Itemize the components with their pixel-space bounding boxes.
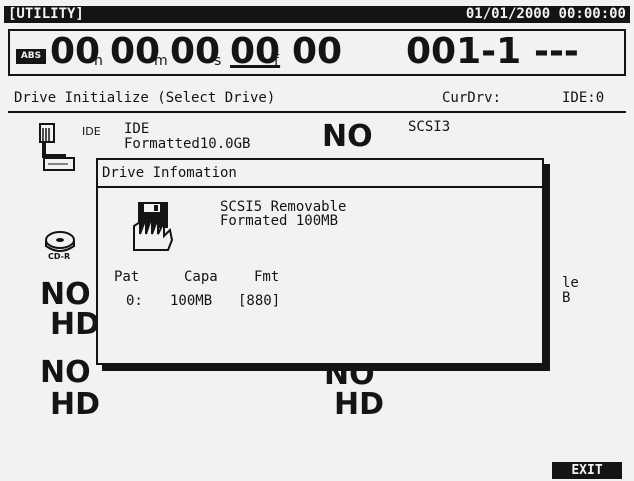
seconds-value: 00 xyxy=(170,31,221,72)
drive-info-dialog: Drive Infomation SCSI5 Removable Formate… xyxy=(96,158,544,365)
current-drive-value: IDE:0 xyxy=(562,90,605,106)
minutes-value: 00 xyxy=(110,31,161,72)
scene-value: 001-1 xyxy=(406,31,522,72)
bottom-right-hd-label: HD xyxy=(334,387,385,422)
frames-unit: f xyxy=(274,53,279,69)
hours-value: 00 xyxy=(50,31,101,72)
col-header-pat: Pat xyxy=(114,269,140,285)
abs-badge: ABS xyxy=(16,49,46,64)
time-counter: ABS 00 h 00 m 00 s 00 f 00 001-1 --- xyxy=(8,29,626,76)
bottom-left-no-label: NO xyxy=(40,355,91,390)
col-header-capa: Capa xyxy=(184,269,218,285)
bottom-left-hd-label: HD xyxy=(50,387,101,422)
row-pat: 0: xyxy=(126,293,143,309)
drive-no-label: NO xyxy=(322,119,373,154)
dialog-drive-status: Formated 100MB xyxy=(220,213,339,229)
frames-value[interactable]: 00 xyxy=(230,32,280,72)
left-mid-hd-label: HD xyxy=(50,307,101,342)
col-header-fmt: Fmt xyxy=(254,269,280,285)
mode-label: [UTILITY] xyxy=(8,6,84,22)
seconds-unit: s xyxy=(214,53,222,69)
removable-drive-icon xyxy=(130,200,176,252)
marker-value: --- xyxy=(534,31,579,72)
cdr-icon-label: CD-R xyxy=(48,252,71,261)
ide-drive-status: Formatted10.0GB xyxy=(124,136,251,152)
datetime-display: 01/01/2000 00:00:00 xyxy=(465,6,626,22)
left-mid-no-label: NO xyxy=(40,277,91,312)
header-divider xyxy=(8,111,626,113)
ide-drive-name: IDE xyxy=(124,121,150,137)
page-header: Drive Initialize (Select Drive) CurDrv: … xyxy=(14,86,620,110)
status-bar: [UTILITY] 01/01/2000 00:00:00 xyxy=(4,6,630,23)
dialog-title: Drive Infomation xyxy=(102,165,237,181)
ide-icon-label: IDE xyxy=(82,125,101,138)
row-capa: 100MB xyxy=(170,293,213,309)
minutes-unit: m xyxy=(154,53,168,69)
exit-button[interactable]: EXIT xyxy=(552,462,622,479)
scsi3-drive-name[interactable]: SCSI3 xyxy=(408,120,450,135)
ide-drive-icon[interactable] xyxy=(38,120,78,172)
dialog-title-divider xyxy=(98,186,542,188)
subframes-value: 00 xyxy=(292,31,343,72)
right-partial-line1: le xyxy=(562,275,579,291)
current-drive-label: CurDrv: xyxy=(442,90,502,106)
right-partial-line2: B xyxy=(562,290,571,306)
row-fmt: [880] xyxy=(238,293,281,309)
hours-unit: h xyxy=(94,53,103,69)
page-title: Drive Initialize (Select Drive) xyxy=(14,90,276,106)
